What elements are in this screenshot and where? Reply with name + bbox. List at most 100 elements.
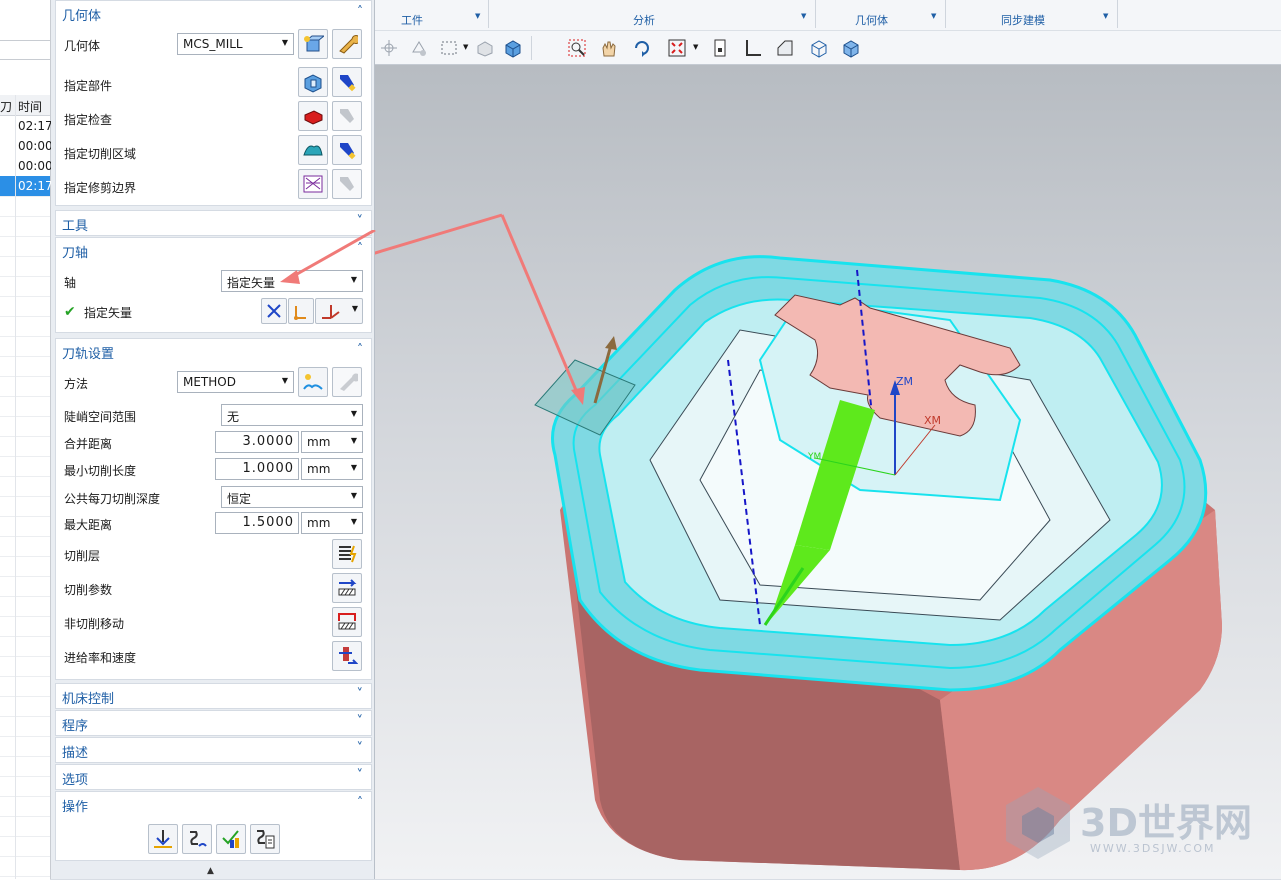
section-title: 程序 xyxy=(62,719,89,734)
edit-geometry-button[interactable] xyxy=(332,29,362,59)
generate-icon xyxy=(154,830,172,848)
feeds-speeds-button[interactable] xyxy=(332,641,362,671)
fit-view-button[interactable] xyxy=(665,36,689,60)
depth-per-cut-label: 公共每刀切削深度 xyxy=(64,492,161,506)
select-cut-area-button[interactable] xyxy=(298,135,328,165)
chevron-down-icon[interactable]: ▼ xyxy=(475,12,480,20)
navigator-row[interactable]: 00:00 xyxy=(0,136,53,156)
chevron-down-icon[interactable]: ▼ xyxy=(693,43,698,51)
rectangle-select-button[interactable] xyxy=(437,36,461,60)
solid-view-button[interactable] xyxy=(501,36,525,60)
max-distance-value: 1.5000 xyxy=(242,515,294,530)
shaded-view-button[interactable] xyxy=(473,36,497,60)
chevron-down-icon[interactable]: ▼ xyxy=(931,12,936,20)
list-button[interactable] xyxy=(250,824,280,854)
ribbon-group-geometry[interactable]: 几何体 xyxy=(855,12,888,28)
select-trim-boundary-button[interactable] xyxy=(298,169,328,199)
geometry-select[interactable]: MCS_MILL ▼ xyxy=(177,33,294,55)
view-left-button[interactable] xyxy=(741,36,765,60)
section-title: 描述 xyxy=(62,746,89,761)
group-divider xyxy=(1117,0,1118,28)
trim-boundary-icon xyxy=(303,175,323,193)
unit-value: mm xyxy=(307,516,331,530)
new-geometry-icon xyxy=(304,35,324,52)
new-method-button[interactable] xyxy=(298,367,328,397)
collapse-chevron-icon[interactable]: ˄ xyxy=(357,795,363,809)
view-section-button[interactable] xyxy=(708,36,732,60)
verify-button[interactable] xyxy=(216,824,246,854)
ribbon-group-workpiece[interactable]: 工件 xyxy=(401,12,423,28)
generate-button[interactable] xyxy=(148,824,178,854)
navigator-filter-field[interactable] xyxy=(0,40,50,60)
section-title: 选项 xyxy=(62,773,89,788)
display-trim-boundary-button[interactable] xyxy=(332,169,362,199)
axis-label: 轴 xyxy=(64,276,77,290)
flashlight-icon xyxy=(340,143,356,160)
scroll-up-icon[interactable]: ▲ xyxy=(207,866,214,876)
ribbon-group-sync-modeling[interactable]: 同步建模 xyxy=(1001,12,1045,28)
display-part-button[interactable] xyxy=(332,67,362,97)
section-title: 操作 xyxy=(62,800,89,815)
merge-unit-select[interactable]: mm ▼ xyxy=(301,431,363,453)
navigator-row-selected[interactable]: 02:17 xyxy=(0,176,53,196)
chevron-down-icon[interactable]: ▼ xyxy=(801,12,806,20)
description-section-header[interactable]: 描述 ˅ xyxy=(55,737,372,763)
snap-settings-button[interactable] xyxy=(407,36,431,60)
navigator-empty-rows xyxy=(0,196,50,880)
wireframe-view-button[interactable] xyxy=(807,36,831,60)
ribbon-group-analysis[interactable]: 分析 xyxy=(633,12,655,28)
expand-chevron-icon: ˅ xyxy=(356,768,364,783)
method-select[interactable]: METHOD ▼ xyxy=(177,371,294,393)
cut-levels-icon xyxy=(339,545,357,563)
wrench-disabled-icon xyxy=(340,373,358,391)
merge-distance-input[interactable]: 3.0000 xyxy=(215,431,299,453)
cube-blue-icon xyxy=(843,40,859,58)
program-section-header[interactable]: 程序 ˅ xyxy=(55,710,372,736)
zoom-window-button[interactable] xyxy=(565,36,589,60)
navigator-row[interactable]: 02:17 xyxy=(0,116,53,136)
navigator-row[interactable]: 00:00 xyxy=(0,156,53,176)
max-distance-unit-select[interactable]: mm ▼ xyxy=(301,512,363,534)
new-geometry-button[interactable] xyxy=(298,29,328,59)
navigator-header: 刀 时间 xyxy=(0,95,50,116)
graphics-viewport[interactable]: ZM XM YM xyxy=(375,65,1281,879)
cut-levels-button[interactable] xyxy=(332,539,362,569)
pan-button[interactable] xyxy=(597,36,621,60)
snap-point-button[interactable] xyxy=(377,36,401,60)
replay-button[interactable] xyxy=(182,824,212,854)
verify-icon xyxy=(222,830,239,848)
chevron-down-icon[interactable]: ▼ xyxy=(1103,12,1108,20)
operation-dialog: 几何体 ˄ 几何体 MCS_MILL ▼ 指定部件 指定检查 指定切削区域 指定… xyxy=(51,0,375,879)
cut-params-icon xyxy=(338,579,357,596)
collapse-chevron-icon[interactable]: ˄ xyxy=(357,4,363,18)
non-cut-moves-button[interactable] xyxy=(332,607,362,637)
options-section-header[interactable]: 选项 ˅ xyxy=(55,764,372,790)
shaded-cube-button[interactable] xyxy=(839,36,863,60)
cube-blue-icon xyxy=(505,40,521,58)
actions-section: 操作 ˄ xyxy=(55,791,372,861)
min-cut-unit-select[interactable]: mm ▼ xyxy=(301,458,363,480)
toolbar-divider xyxy=(531,36,532,60)
steep-range-select[interactable]: 无 ▼ xyxy=(221,404,363,426)
ribbon-groups-row xyxy=(375,0,1281,31)
min-cut-length-input[interactable]: 1.0000 xyxy=(215,458,299,480)
column-header-time[interactable]: 时间 xyxy=(18,98,42,115)
edit-method-button[interactable] xyxy=(332,367,362,397)
machine-control-section-header[interactable]: 机床控制 ˅ xyxy=(55,683,372,709)
select-part-button[interactable] xyxy=(298,67,328,97)
cut-params-button[interactable] xyxy=(332,573,362,603)
depth-per-cut-select[interactable]: 恒定 ▼ xyxy=(221,486,363,508)
collapse-chevron-icon[interactable]: ˄ xyxy=(357,342,363,356)
expand-chevron-icon: ˅ xyxy=(356,214,364,229)
max-distance-input[interactable]: 1.5000 xyxy=(215,512,299,534)
chevron-down-icon[interactable]: ▼ xyxy=(463,43,468,51)
display-check-button[interactable] xyxy=(332,101,362,131)
expand-chevron-icon: ˅ xyxy=(356,741,364,756)
view-front-button[interactable] xyxy=(773,36,797,60)
unit-value: mm xyxy=(307,435,331,449)
axis-label-ym: YM xyxy=(808,452,822,462)
new-method-icon xyxy=(303,374,323,390)
select-check-button[interactable] xyxy=(298,101,328,131)
rotate-button[interactable] xyxy=(630,36,654,60)
display-cut-area-button[interactable] xyxy=(332,135,362,165)
